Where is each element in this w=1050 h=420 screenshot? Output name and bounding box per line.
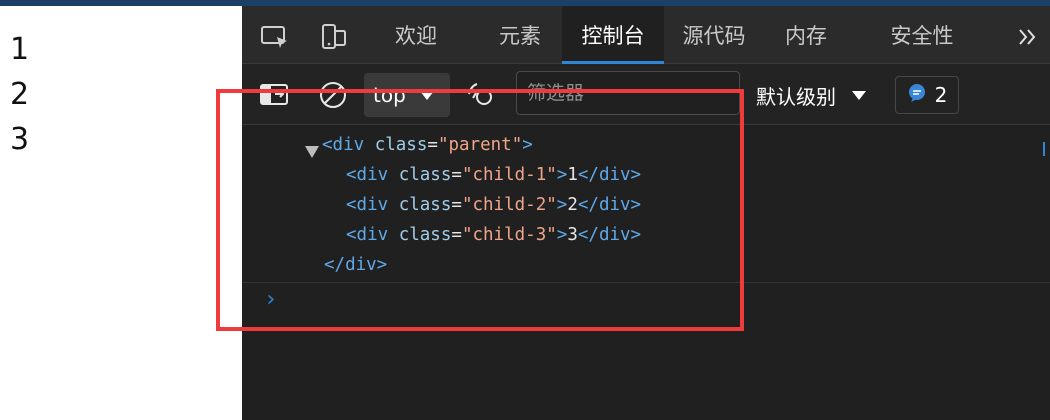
- more-tabs-chevron-icon[interactable]: [1010, 22, 1046, 52]
- caret-down-icon: [852, 90, 866, 100]
- issues-counter-button[interactable]: 2: [895, 76, 959, 114]
- inspect-element-icon[interactable]: [257, 22, 293, 52]
- tab-elements[interactable]: 元素: [484, 6, 556, 63]
- message-bubble-icon: [907, 83, 927, 108]
- tab-welcome[interactable]: 欢迎: [380, 6, 452, 63]
- log-level-label: 默认级别: [756, 84, 836, 109]
- issues-count: 2: [934, 83, 948, 107]
- tab-console[interactable]: 控制台: [562, 6, 664, 64]
- page-line-1: 1: [10, 32, 30, 67]
- tab-security[interactable]: 安全性: [874, 6, 970, 63]
- devtools-tab-bar: 欢迎 元素 控制台 源代码 内存 安全性: [242, 6, 1050, 64]
- source-link-marker[interactable]: [1043, 142, 1045, 156]
- page-line-3: 3: [10, 122, 30, 157]
- log-level-dropdown[interactable]: 默认级别: [756, 79, 866, 111]
- page-line-2: 2: [10, 77, 30, 112]
- tab-sources[interactable]: 源代码: [674, 6, 754, 63]
- annotation-highlight-box: [216, 89, 744, 331]
- device-emulation-icon[interactable]: [316, 22, 352, 52]
- tab-memory[interactable]: 内存: [776, 6, 836, 63]
- rendered-page: 1 2 3: [0, 6, 242, 420]
